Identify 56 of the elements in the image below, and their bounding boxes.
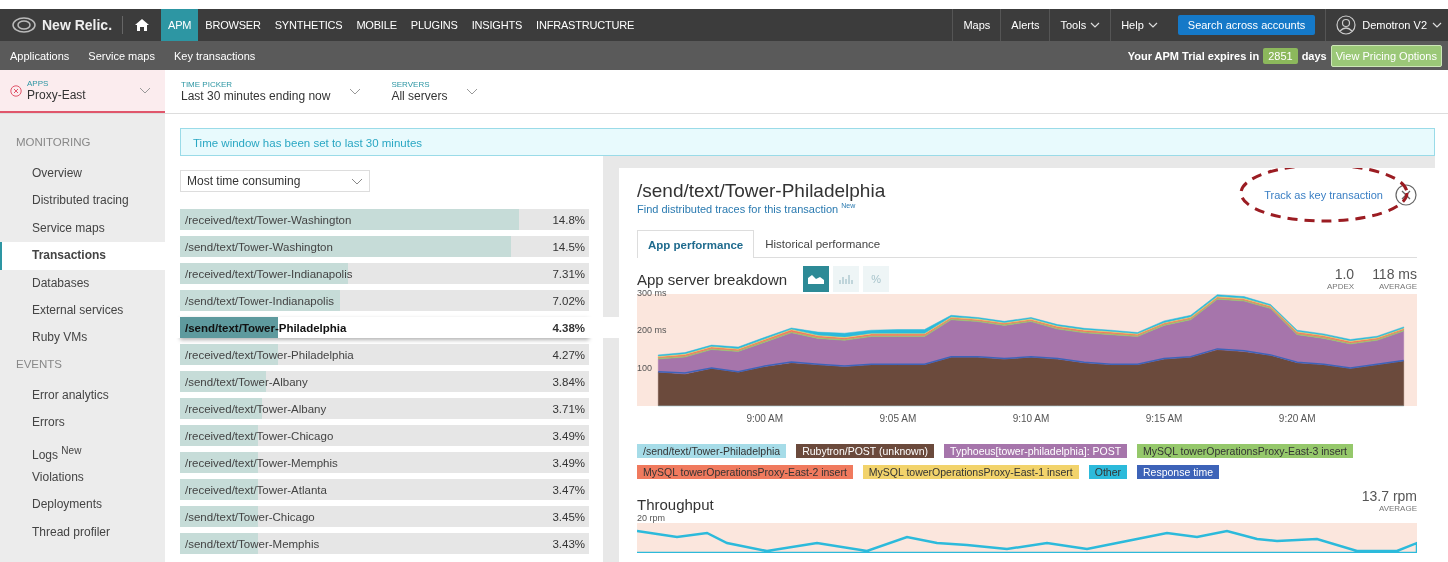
filter-label: APPS: [27, 79, 50, 88]
transaction-name: /send/text/Tower-Washington: [184, 240, 334, 253]
brand-name: New Relic.: [42, 17, 113, 33]
x-tick-label: 9:10 AM: [1012, 413, 1050, 424]
transaction-percent: 3.71%: [551, 402, 586, 415]
trial-days-count: 2851: [1263, 47, 1298, 64]
transaction-percent: 3.47%: [551, 483, 586, 496]
transaction-name: /received/text/Tower-Chicago: [184, 429, 335, 442]
x-tick-label: 9:15 AM: [1145, 413, 1183, 424]
transaction-name: /received/text/Tower-Philadelphia: [184, 348, 355, 361]
apdex-label: APDEX: [1327, 282, 1355, 291]
transaction-percent: 4.27%: [551, 348, 586, 361]
x-tick-label: 9:20 AM: [1278, 413, 1316, 424]
chart-title: Throughput: [637, 496, 714, 513]
chart-title: App server breakdown: [637, 270, 788, 288]
filter-value: All servers: [391, 89, 448, 103]
days-label: days: [1301, 49, 1327, 62]
transaction-name: /send/text/Tower-Indianapolis: [184, 294, 335, 307]
transaction-title: /send/text/Tower-Philadelphia: [637, 180, 886, 202]
transaction-name: /send/text/Tower-Memphis: [184, 537, 321, 550]
transaction-name: /received/text/Tower-Memphis: [184, 456, 339, 469]
transaction-percent: 3.49%: [551, 429, 586, 442]
transaction-name: /send/text/Tower-Albany: [184, 375, 309, 388]
filter-value: Proxy-East: [27, 88, 86, 102]
transaction-percent: 7.02%: [551, 294, 586, 307]
transaction-percent: 3.43%: [551, 537, 586, 550]
transaction-percent: 4.38%: [551, 321, 586, 334]
sidebar-section-title: EVENTS: [15, 357, 63, 372]
transaction-name: /send/text/Tower-Chicago: [184, 510, 316, 523]
transaction-percent: 14.8%: [551, 213, 586, 226]
transaction-percent: 3.45%: [551, 510, 586, 523]
filter-value: Last 30 minutes ending now: [181, 89, 331, 103]
throughput-label: AVERAGE: [1378, 504, 1417, 513]
transaction-name: /received/text/Tower-Washington: [184, 213, 353, 226]
y-axis-label: 20 rpm: [637, 513, 666, 523]
transaction-percent: 14.5%: [551, 240, 586, 253]
transaction-name: /received/text/Tower-Indianapolis: [184, 267, 354, 280]
y-tick-label: 100: [637, 362, 653, 373]
transaction-name: /received/text/Tower-Atlanta: [184, 483, 328, 496]
transaction-percent: 7.31%: [551, 267, 586, 280]
x-tick-label: 9:05 AM: [879, 413, 917, 424]
x-tick-label: 9:00 AM: [746, 413, 784, 424]
y-tick-label: 200 ms: [637, 325, 667, 336]
transaction-percent: 3.84%: [551, 375, 586, 388]
average-label: AVERAGE: [1378, 282, 1417, 291]
sidebar-section-title: MONITORING: [15, 136, 92, 150]
trial-text: Your APM Trial expires in: [1127, 49, 1260, 62]
apdex-value: 1.0: [1334, 267, 1355, 282]
transaction-name: /received/text/Tower-Albany: [184, 402, 328, 415]
info-banner: Time window has been set to last 30 minutes: [180, 128, 1435, 156]
y-tick-label: 300 ms: [637, 288, 667, 298]
filter-label: SERVERS: [391, 80, 431, 89]
throughput-value: 13.7 rpm: [1361, 489, 1417, 504]
average-value: 118 ms: [1372, 267, 1417, 282]
filter-label: TIME PICKER: [181, 80, 234, 89]
transaction-percent: 3.49%: [551, 456, 586, 469]
